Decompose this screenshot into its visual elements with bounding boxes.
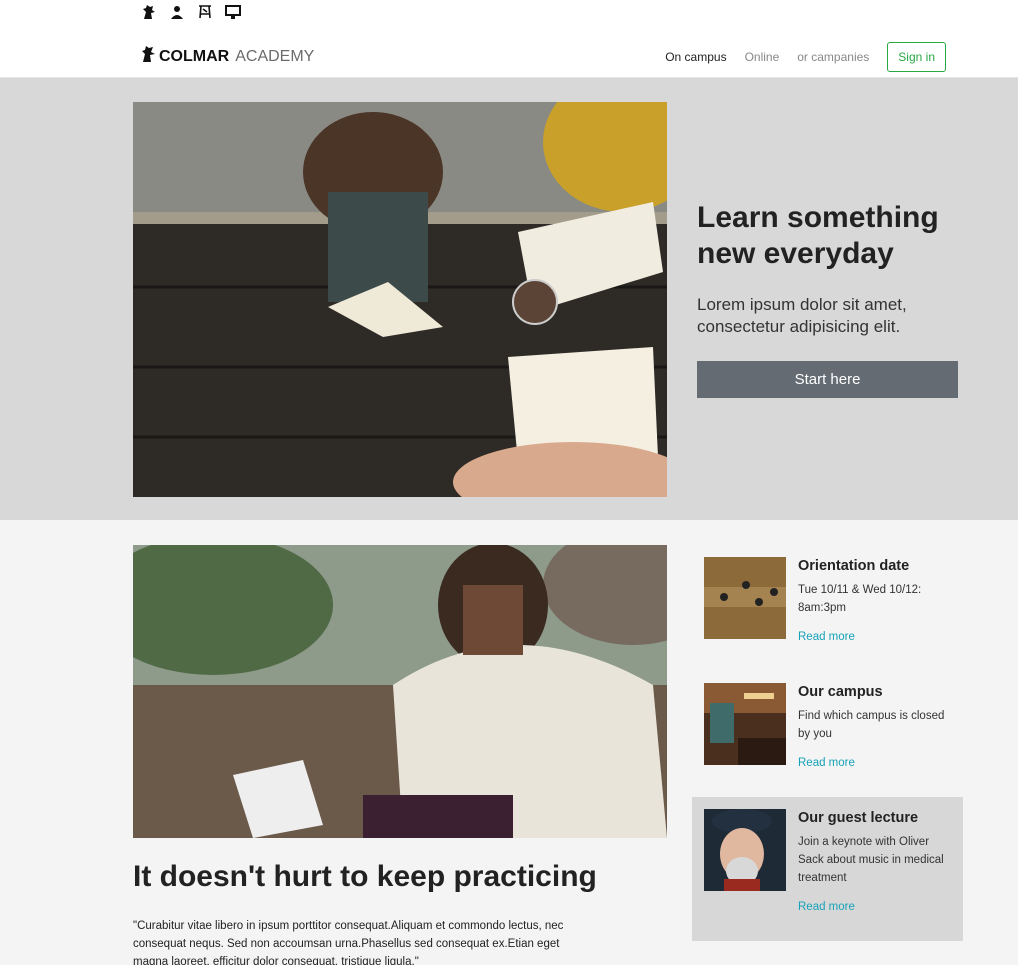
icon-strip [139,2,243,22]
monitor-icon[interactable] [223,2,243,22]
main-nav: On campus Online or campanies Sign in [647,42,946,72]
lecture-thumbnail [704,809,786,891]
hero-image [133,102,667,497]
card-orientation: Orientation date Tue 10/11 & Wed 10/12: … [692,545,963,669]
easel-icon[interactable] [195,2,215,22]
dragon-logo-icon [139,44,157,69]
campus-thumbnail [704,683,786,765]
hero-subtitle: Lorem ipsum dolor sit amet, consectetur … [697,295,907,336]
read-more-link[interactable]: Read more [798,631,855,643]
card-text: Find which campus is closed by you [798,710,945,740]
hero-section: Learn something new everyday Lorem ipsum… [0,78,1018,520]
feature-title: It doesn't hurt to keep practicing [133,860,597,893]
card-title: Our guest lecture [798,810,919,826]
nav-on-campus[interactable]: On campus [665,50,726,64]
hero-title: Learn something new everyday [697,201,939,270]
site-header: COLMAR ACADEMY On campus Online or campa… [0,0,1018,78]
feature-text: "Curabitur vitae libero in ipsum porttit… [133,920,564,965]
card-campus: Our campus Find which campus is closed b… [692,671,963,795]
card-text: Tue 10/11 & Wed 10/12: 8am:3pm [798,584,922,614]
nav-online[interactable]: Online [745,50,780,64]
start-here-button[interactable]: Start here [697,361,958,398]
card-title: Orientation date [798,558,910,574]
card-title: Our campus [798,684,883,700]
nav-companies[interactable]: or campanies [797,50,869,64]
dragon-icon[interactable] [139,2,159,22]
brand-logo[interactable]: COLMAR ACADEMY [139,44,314,69]
sign-in-button[interactable]: Sign in [887,42,946,72]
brand-name-light: ACADEMY [235,47,315,65]
person-icon[interactable] [167,2,187,22]
read-more-link[interactable]: Read more [798,901,855,913]
read-more-link[interactable]: Read more [798,757,855,769]
brand-name-bold: COLMAR [159,47,230,65]
card-guest-lecture: Our guest lecture Join a keynote with Ol… [692,797,963,941]
feature-image [133,545,667,838]
orientation-thumbnail [704,557,786,639]
card-text: Join a keynote with Oliver Sack about mu… [798,836,944,884]
